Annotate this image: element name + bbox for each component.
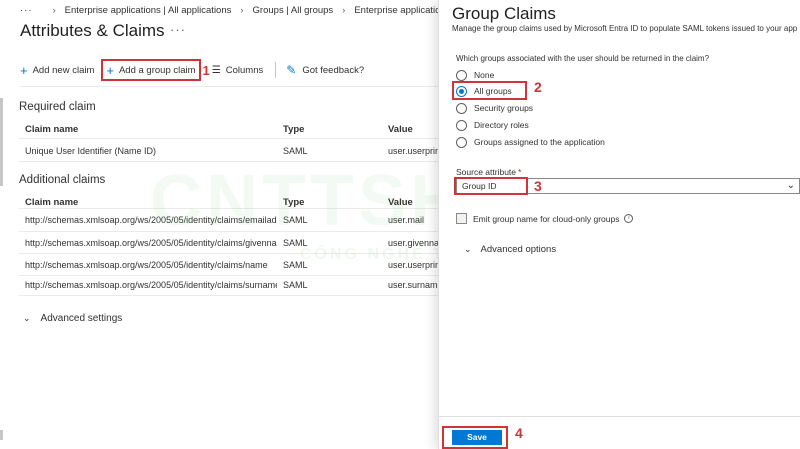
add-group-claim-label: Add a group claim: [118, 64, 196, 76]
required-mark: *: [518, 167, 522, 177]
toolbar-divider: [275, 62, 277, 78]
columns-icon: ☰: [211, 64, 221, 76]
table-cell: SAML: [283, 215, 308, 225]
row-divider: [19, 161, 440, 162]
step-marker-1: 1: [202, 62, 210, 78]
scrollbar-thumb[interactable]: [0, 430, 3, 440]
add-new-claim-button[interactable]: + Add new claim: [20, 59, 94, 81]
source-attribute-label: Source attribute *: [456, 167, 521, 177]
column-header-claim-name: Claim name: [25, 197, 79, 208]
more-options-icon[interactable]: ···: [170, 22, 186, 37]
breadcrumb-item-enterprise-apps[interactable]: Enterprise applications | All applicatio…: [65, 5, 232, 16]
chevron-down-icon: ⌄: [23, 313, 31, 323]
chevron-down-icon: ⌄: [786, 180, 795, 191]
panel-title: Group Claims: [452, 4, 556, 23]
radio-label: None: [474, 70, 495, 80]
table-cell[interactable]: http://schemas.xmlsoap.org/ws/2005/05/id…: [25, 280, 277, 290]
table-cell: user.mail: [388, 215, 425, 225]
plus-icon: +: [106, 62, 114, 78]
advanced-options-label: Advanced options: [480, 244, 557, 255]
advanced-settings-label: Advanced settings: [40, 313, 123, 324]
highlight-box-save: [442, 426, 508, 449]
table-cell[interactable]: http://schemas.xmlsoap.org/ws/2005/05/id…: [25, 215, 277, 225]
breadcrumb: ··· › Enterprise applications | All appl…: [20, 5, 440, 16]
emit-group-name-label: Emit group name for cloud-only groups: [473, 213, 620, 224]
table-cell[interactable]: http://schemas.xmlsoap.org/ws/2005/05/id…: [25, 260, 277, 270]
attributes-claims-page: ··· › Enterprise applications | All appl…: [0, 0, 440, 449]
chevron-right-icon: ›: [342, 5, 346, 16]
add-new-claim-label: Add new claim: [32, 64, 95, 76]
row-divider: [19, 275, 440, 276]
table-cell: SAML: [283, 280, 308, 290]
radio-label: Security groups: [474, 103, 534, 113]
column-header-value: Value: [388, 197, 413, 208]
column-header-value: Value: [388, 124, 413, 135]
breadcrumb-item-enterprise-apps-2[interactable]: Enterprise applications | All appl: [354, 5, 440, 16]
table-cell: SAML: [283, 146, 308, 156]
row-divider: [19, 138, 440, 139]
radio-button[interactable]: [456, 69, 467, 81]
toolbar: + Add new claim + Add a group claim 1 ☰ …: [20, 58, 374, 82]
footer-divider: [439, 416, 800, 417]
radio-option-security-groups[interactable]: Security groups: [456, 101, 533, 115]
radio-button[interactable]: [456, 102, 467, 114]
row-divider: [19, 231, 440, 232]
radio-option-directory-roles[interactable]: Directory roles: [456, 118, 529, 132]
feedback-label: Got feedback?: [302, 64, 365, 76]
additional-claims-title: Additional claims: [19, 174, 106, 186]
advanced-options-toggle[interactable]: ⌄ Advanced options: [464, 244, 556, 255]
table-cell[interactable]: http://schemas.xmlsoap.org/ws/2005/05/id…: [25, 238, 277, 248]
groups-question: Which groups associated with the user sh…: [456, 54, 710, 63]
table-cell: user.userprinc: [388, 260, 440, 270]
breadcrumb-more-icon[interactable]: ···: [20, 5, 33, 16]
group-claims-panel: Group Claims Manage the group claims use…: [438, 0, 800, 449]
column-header-claim-name: Claim name: [25, 124, 79, 135]
table-cell: user.givennar: [388, 238, 440, 248]
radio-button[interactable]: [456, 136, 467, 148]
highlight-box-source-attribute: [454, 177, 528, 195]
feedback-button[interactable]: ✎ Got feedback?: [286, 59, 364, 81]
columns-label: Columns: [225, 64, 264, 76]
highlight-box-all-groups: [452, 81, 527, 100]
table-cell: user.surname: [388, 280, 440, 290]
row-divider: [19, 295, 440, 296]
source-attribute-text: Source attribute: [456, 167, 517, 177]
column-header-type: Type: [283, 124, 305, 135]
info-icon[interactable]: i: [624, 214, 634, 223]
radio-option-groups-assigned[interactable]: Groups assigned to the application: [456, 135, 605, 149]
table-cell: SAML: [283, 238, 308, 248]
divider: [20, 86, 440, 87]
table-cell: user.userprinc: [388, 146, 440, 156]
scrollbar[interactable]: [0, 98, 3, 186]
chevron-right-icon: ›: [52, 5, 56, 16]
table-cell: SAML: [283, 260, 308, 270]
row-divider: [19, 253, 440, 254]
step-marker-3: 3: [534, 178, 542, 194]
add-group-claim-button[interactable]: + Add a group claim: [101, 59, 201, 81]
advanced-settings-toggle[interactable]: ⌄ Advanced settings: [23, 313, 122, 324]
step-marker-2: 2: [534, 79, 542, 95]
columns-button[interactable]: ☰ Columns: [212, 59, 263, 81]
radio-label: Directory roles: [474, 120, 529, 130]
chevron-right-icon: ›: [240, 5, 244, 16]
breadcrumb-item-groups[interactable]: Groups | All groups: [253, 5, 334, 16]
column-header-type: Type: [283, 197, 305, 208]
chevron-down-icon: ⌄: [464, 244, 472, 254]
row-divider: [19, 208, 440, 209]
radio-button[interactable]: [456, 119, 467, 131]
radio-option-none[interactable]: None: [456, 68, 494, 82]
emit-group-name-checkbox[interactable]: [456, 213, 467, 224]
panel-subtitle: Manage the group claims used by Microsof…: [452, 24, 798, 33]
emit-group-name-option[interactable]: Emit group name for cloud-only groups i: [456, 213, 634, 224]
page-title: Attributes & Claims: [20, 21, 165, 40]
plus-icon: +: [20, 62, 28, 78]
feedback-icon: ✎: [286, 63, 297, 77]
step-marker-4: 4: [515, 425, 523, 441]
table-cell[interactable]: Unique User Identifier (Name ID): [25, 146, 277, 156]
radio-label: Groups assigned to the application: [474, 137, 605, 147]
required-claim-title: Required claim: [19, 101, 96, 113]
